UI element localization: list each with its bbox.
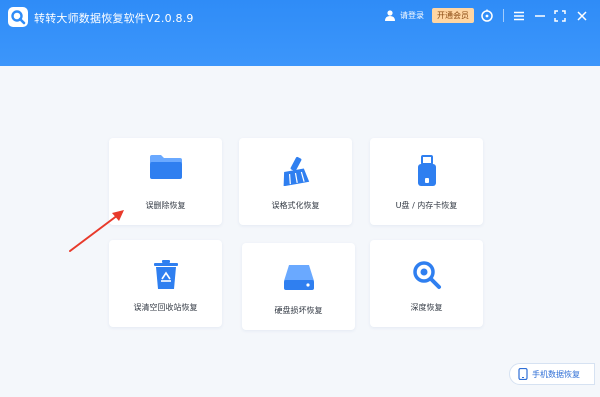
card-label: 硬盘损坏恢复 <box>274 306 323 315</box>
card-label: 误清空回收站恢复 <box>133 303 198 312</box>
card-usb-recovery[interactable]: U盘 / 内存卡恢复 <box>370 138 483 225</box>
broom-icon <box>283 156 309 186</box>
login-label: 请登录 <box>400 10 424 20</box>
title-bar: 转转大师数据恢复软件V2.0.8.9 请登录 开通会员 <box>0 0 600 66</box>
card-deep-recovery[interactable]: 深度恢复 <box>370 240 483 327</box>
app-window: 转转大师数据恢复软件V2.0.8.9 请登录 开通会员 误删除恢复 误格式化恢复… <box>0 0 600 397</box>
menu-icon[interactable] <box>512 9 526 23</box>
vip-button[interactable]: 开通会员 <box>432 8 474 23</box>
card-label: 深度恢复 <box>410 303 443 312</box>
user-icon <box>385 10 395 21</box>
pointer-arrow <box>69 210 124 252</box>
folder-icon <box>149 155 182 179</box>
login-button[interactable]: 请登录 <box>384 9 424 21</box>
close-icon[interactable] <box>575 9 589 23</box>
card-hard-drive-recovery[interactable]: 硬盘损坏恢复 <box>242 243 355 330</box>
usb-drive-icon <box>417 155 436 186</box>
deep-scan-icon <box>412 261 441 289</box>
app-logo-icon <box>8 7 28 27</box>
minimize-icon[interactable] <box>533 9 547 23</box>
mobile-recovery-button[interactable]: 手机数据恢复 <box>509 363 595 385</box>
phone-icon <box>518 368 528 380</box>
app-title: 转转大师数据恢复软件V2.0.8.9 <box>34 12 194 25</box>
recycle-bin-icon <box>153 260 178 289</box>
support-icon[interactable] <box>480 9 494 23</box>
card-label: U盘 / 内存卡恢复 <box>395 201 458 210</box>
hard-drive-icon <box>283 265 314 290</box>
mobile-recovery-label: 手机数据恢复 <box>532 369 580 379</box>
maximize-icon[interactable] <box>553 9 567 23</box>
card-format-recovery[interactable]: 误格式化恢复 <box>239 138 352 225</box>
title-bar-divider <box>503 9 504 22</box>
card-label: 误格式化恢复 <box>271 201 320 210</box>
